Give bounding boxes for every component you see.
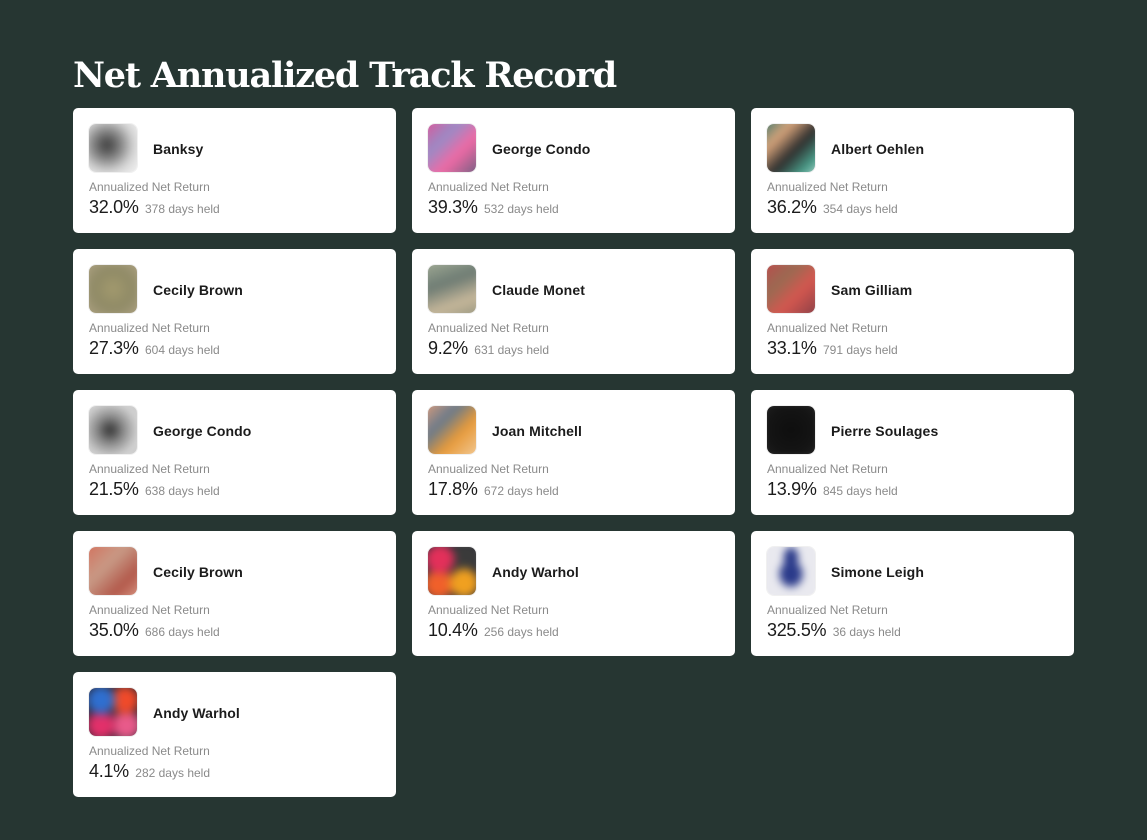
return-row: 17.8% 672 days held: [428, 478, 559, 502]
return-row: 32.0% 378 days held: [89, 196, 220, 220]
artist-name: Albert Oehlen: [831, 141, 925, 157]
artwork-card[interactable]: Cecily Brown Annualized Net Return 27.3%…: [73, 249, 396, 374]
artwork-card[interactable]: Andy Warhol Annualized Net Return 4.1% 2…: [73, 672, 396, 797]
days-held: 791 days held: [823, 343, 898, 357]
return-label: Annualized Net Return: [428, 603, 549, 617]
return-label: Annualized Net Return: [89, 603, 210, 617]
artist-name: Cecily Brown: [153, 282, 243, 298]
days-held: 282 days held: [135, 766, 211, 780]
days-held: 36 days held: [832, 625, 901, 639]
return-value: 32.0%: [89, 197, 139, 217]
days-held: 604 days held: [145, 343, 220, 357]
return-row: 325.5% 36 days held: [767, 619, 901, 643]
return-row: 21.5% 638 days held: [89, 478, 220, 502]
artist-name: Sam Gilliam: [831, 282, 913, 298]
return-row: 10.4% 256 days held: [428, 619, 559, 643]
artwork-thumbnail-icon: [89, 688, 137, 736]
return-row: 13.9% 845 days held: [767, 478, 898, 502]
artwork-thumbnail-icon: [767, 124, 815, 172]
artwork-card[interactable]: Cecily Brown Annualized Net Return 35.0%…: [73, 531, 396, 656]
return-value: 35.0%: [89, 620, 139, 640]
artwork-thumbnail-icon: [89, 124, 137, 172]
return-row: 39.3% 532 days held: [428, 196, 559, 220]
days-held: 638 days held: [145, 484, 220, 498]
artist-name: Pierre Soulages: [831, 423, 939, 439]
artwork-thumbnail-icon: [89, 547, 137, 595]
return-label: Annualized Net Return: [89, 321, 210, 335]
artwork-thumbnail-icon: [428, 406, 476, 454]
return-label: Annualized Net Return: [767, 603, 888, 617]
return-value: 21.5%: [89, 479, 139, 499]
artwork-thumbnail-icon: [767, 547, 815, 595]
days-held: 532 days held: [484, 202, 559, 216]
days-held: 354 days held: [823, 202, 898, 216]
artwork-card[interactable]: Joan Mitchell Annualized Net Return 17.8…: [412, 390, 735, 515]
days-held: 686 days held: [145, 625, 220, 639]
artist-name: Cecily Brown: [153, 564, 243, 580]
return-row: 4.1% 282 days held: [89, 760, 210, 784]
artwork-thumbnail-icon: [767, 265, 815, 313]
return-label: Annualized Net Return: [428, 321, 549, 335]
artist-name: Andy Warhol: [492, 564, 579, 580]
artwork-thumbnail-icon: [428, 265, 476, 313]
return-value: 17.8%: [428, 479, 478, 499]
return-row: 33.1% 791 days held: [767, 337, 898, 361]
artwork-card[interactable]: George Condo Annualized Net Return 21.5%…: [73, 390, 396, 515]
track-record-grid: Banksy Annualized Net Return 32.0% 378 d…: [73, 108, 1074, 797]
return-value: 325.5%: [767, 620, 827, 640]
return-label: Annualized Net Return: [89, 462, 210, 476]
artist-name: Joan Mitchell: [492, 423, 582, 439]
artwork-thumbnail-icon: [89, 265, 137, 313]
return-value: 4.1%: [89, 761, 129, 781]
return-label: Annualized Net Return: [89, 744, 210, 758]
days-held: 378 days held: [145, 202, 220, 216]
days-held: 256 days held: [484, 625, 559, 639]
days-held: 672 days held: [484, 484, 559, 498]
artwork-thumbnail-icon: [767, 406, 815, 454]
return-value: 33.1%: [767, 338, 817, 358]
artwork-thumbnail-icon: [89, 406, 137, 454]
return-row: 27.3% 604 days held: [89, 337, 220, 361]
artwork-card[interactable]: Pierre Soulages Annualized Net Return 13…: [751, 390, 1074, 515]
artwork-card[interactable]: Andy Warhol Annualized Net Return 10.4% …: [412, 531, 735, 656]
artist-name: Andy Warhol: [153, 705, 240, 721]
return-value: 10.4%: [428, 620, 478, 640]
return-row: 36.2% 354 days held: [767, 196, 898, 220]
artwork-card[interactable]: Sam Gilliam Annualized Net Return 33.1% …: [751, 249, 1074, 374]
return-row: 35.0% 686 days held: [89, 619, 220, 643]
artist-name: Simone Leigh: [831, 564, 924, 580]
artist-name: Claude Monet: [492, 282, 585, 298]
artwork-card[interactable]: George Condo Annualized Net Return 39.3%…: [412, 108, 735, 233]
return-value: 39.3%: [428, 197, 478, 217]
days-held: 845 days held: [823, 484, 898, 498]
artwork-card[interactable]: Claude Monet Annualized Net Return 9.2% …: [412, 249, 735, 374]
return-row: 9.2% 631 days held: [428, 337, 549, 361]
artwork-card[interactable]: Simone Leigh Annualized Net Return 325.5…: [751, 531, 1074, 656]
page-title: Net Annualized Track Record: [73, 55, 617, 96]
return-label: Annualized Net Return: [89, 180, 210, 194]
days-held: 631 days held: [474, 343, 550, 357]
return-value: 13.9%: [767, 479, 817, 499]
artist-name: George Condo: [492, 141, 591, 157]
return-label: Annualized Net Return: [767, 321, 888, 335]
artwork-thumbnail-icon: [428, 124, 476, 172]
return-value: 27.3%: [89, 338, 139, 358]
artwork-card[interactable]: Albert Oehlen Annualized Net Return 36.2…: [751, 108, 1074, 233]
artist-name: George Condo: [153, 423, 252, 439]
return-label: Annualized Net Return: [767, 462, 888, 476]
return-value: 9.2%: [428, 338, 468, 358]
artist-name: Banksy: [153, 141, 204, 157]
artwork-thumbnail-icon: [428, 547, 476, 595]
return-label: Annualized Net Return: [428, 180, 549, 194]
return-value: 36.2%: [767, 197, 817, 217]
return-label: Annualized Net Return: [428, 462, 549, 476]
return-label: Annualized Net Return: [767, 180, 888, 194]
artwork-card[interactable]: Banksy Annualized Net Return 32.0% 378 d…: [73, 108, 396, 233]
